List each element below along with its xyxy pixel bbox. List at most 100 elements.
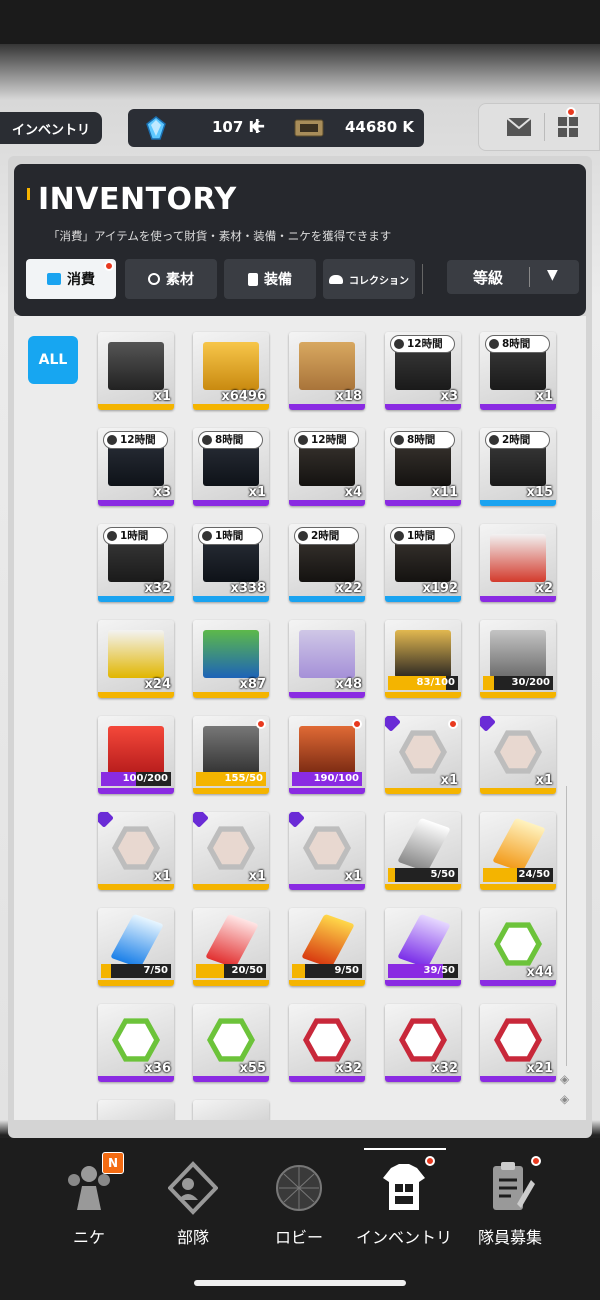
item-quantity: x55: [239, 1061, 266, 1076]
inventory-item[interactable]: 12時間 x3: [98, 428, 174, 506]
divider: [422, 264, 423, 294]
progress-bar: 5/50: [388, 868, 458, 882]
title-accent: [27, 188, 30, 200]
inventory-item[interactable]: x1: [289, 812, 365, 890]
crystal-icon: [110, 913, 164, 969]
tab-consumable[interactable]: 消費: [26, 259, 116, 299]
inventory-item[interactable]: 12時間 x4: [289, 428, 365, 506]
item-quantity: x44: [526, 965, 553, 980]
scroll-up-icon[interactable]: ◈: [560, 1072, 569, 1086]
inventory-item[interactable]: x1: [193, 812, 269, 890]
inventory-item[interactable]: 20/50: [193, 908, 269, 986]
rarity-band: [480, 1076, 556, 1082]
notification-dot: [104, 261, 114, 271]
inventory-item[interactable]: 5/50: [385, 812, 461, 890]
nav-label: ニケ: [72, 1228, 105, 1247]
item-quantity: x338: [230, 581, 266, 596]
inventory-item[interactable]: 83/100: [385, 620, 461, 698]
item-art-icon: [299, 726, 355, 774]
nav-active-indicator: [364, 1148, 446, 1150]
inventory-item[interactable]: 8時間 x1: [193, 428, 269, 506]
inventory-item[interactable]: x1: [98, 332, 174, 410]
nav-inventory[interactable]: インベントリ: [345, 1154, 463, 1264]
progress-fill: [101, 964, 111, 978]
inventory-item[interactable]: x1: [385, 716, 461, 794]
inventory-item[interactable]: 100/200: [98, 716, 174, 794]
inventory-item[interactable]: x18: [289, 332, 365, 410]
tab-collection[interactable]: コレクション: [323, 259, 415, 299]
menu-icon[interactable]: [556, 115, 580, 139]
tab-label: コレクション: [349, 275, 409, 287]
inventory-item[interactable]: x36: [98, 1004, 174, 1082]
scrollbar[interactable]: [566, 786, 567, 1066]
inventory-item[interactable]: x55: [193, 1004, 269, 1082]
nav-recruit[interactable]: 隊員募集: [451, 1154, 569, 1264]
notification-dot: [531, 1156, 541, 1166]
inventory-item[interactable]: x1: [480, 716, 556, 794]
rarity-band: [385, 884, 461, 890]
inventory-item[interactable]: x32: [289, 1004, 365, 1082]
inventory-item[interactable]: 7/50: [98, 908, 174, 986]
inventory-item[interactable]: 1時間 x32: [98, 524, 174, 602]
inventory-item[interactable]: 12時間 x3: [385, 332, 461, 410]
inventory-item[interactable]: 2時間 x15: [480, 428, 556, 506]
inventory-item[interactable]: x2: [480, 524, 556, 602]
tab-material[interactable]: 素材: [125, 259, 217, 299]
item-quantity: x1: [344, 869, 362, 884]
scroll-down-icon[interactable]: ◈: [560, 1092, 569, 1106]
inventory-item[interactable]: [98, 1100, 174, 1120]
home-indicator[interactable]: [194, 1280, 406, 1286]
item-art-icon: [299, 630, 355, 678]
tab-label: 素材: [166, 272, 194, 288]
add-gems-button[interactable]: +: [248, 114, 266, 139]
item-art-icon: [490, 534, 546, 582]
inventory-title: INVENTORY: [38, 182, 237, 217]
progress-bar: 24/50: [483, 868, 553, 882]
inventory-item[interactable]: x1: [98, 812, 174, 890]
item-quantity: x22: [335, 581, 362, 596]
squad-icon: [168, 1161, 218, 1215]
class-badge-icon: [193, 812, 209, 828]
credit-count: 44680 K: [344, 118, 414, 136]
divider: [529, 267, 530, 287]
sort-select[interactable]: 等級 ▼: [447, 260, 579, 294]
timer-label: 1時間: [104, 528, 167, 544]
progress-bar: 100/200: [101, 772, 171, 786]
lobby-icon: [276, 1165, 322, 1211]
inventory-item[interactable]: x21: [480, 1004, 556, 1082]
item-quantity: x18: [335, 389, 362, 404]
inventory-item[interactable]: 8時間 x11: [385, 428, 461, 506]
nav-squad[interactable]: 部隊: [134, 1154, 252, 1264]
inventory-item[interactable]: 1時間 x338: [193, 524, 269, 602]
inventory-item[interactable]: 30/200: [480, 620, 556, 698]
rarity-band: [289, 1076, 365, 1082]
rarity-band: [385, 788, 461, 794]
inventory-item[interactable]: 1時間 x192: [385, 524, 461, 602]
inventory-item[interactable]: x24: [98, 620, 174, 698]
inventory-item[interactable]: 155/50: [193, 716, 269, 794]
nav-nikke[interactable]: N ニケ: [30, 1152, 148, 1264]
item-quantity: x3: [153, 485, 171, 500]
inventory-item[interactable]: x32: [385, 1004, 461, 1082]
inventory-item[interactable]: x48: [289, 620, 365, 698]
rarity-band: [98, 788, 174, 794]
inventory-item[interactable]: x87: [193, 620, 269, 698]
progress-bar: 155/50: [196, 772, 266, 786]
gem-icon: [146, 116, 166, 140]
inventory-item[interactable]: x6496: [193, 332, 269, 410]
inventory-item[interactable]: 2時間 x22: [289, 524, 365, 602]
inventory-item[interactable]: 190/100: [289, 716, 365, 794]
inventory-item[interactable]: 39/50: [385, 908, 461, 986]
rarity-band: [480, 596, 556, 602]
nav-lobby[interactable]: ロビー: [240, 1154, 358, 1264]
inventory-item[interactable]: 8時間 x1: [480, 332, 556, 410]
inventory-item[interactable]: 9/50: [289, 908, 365, 986]
material-icon: [148, 273, 160, 285]
filter-all-button[interactable]: ALL: [28, 336, 78, 384]
rarity-band: [289, 788, 365, 794]
inventory-item[interactable]: [193, 1100, 269, 1120]
mail-icon[interactable]: [506, 117, 532, 137]
inventory-item[interactable]: x44: [480, 908, 556, 986]
tab-equipment[interactable]: 装備: [224, 259, 316, 299]
inventory-item[interactable]: 24/50: [480, 812, 556, 890]
